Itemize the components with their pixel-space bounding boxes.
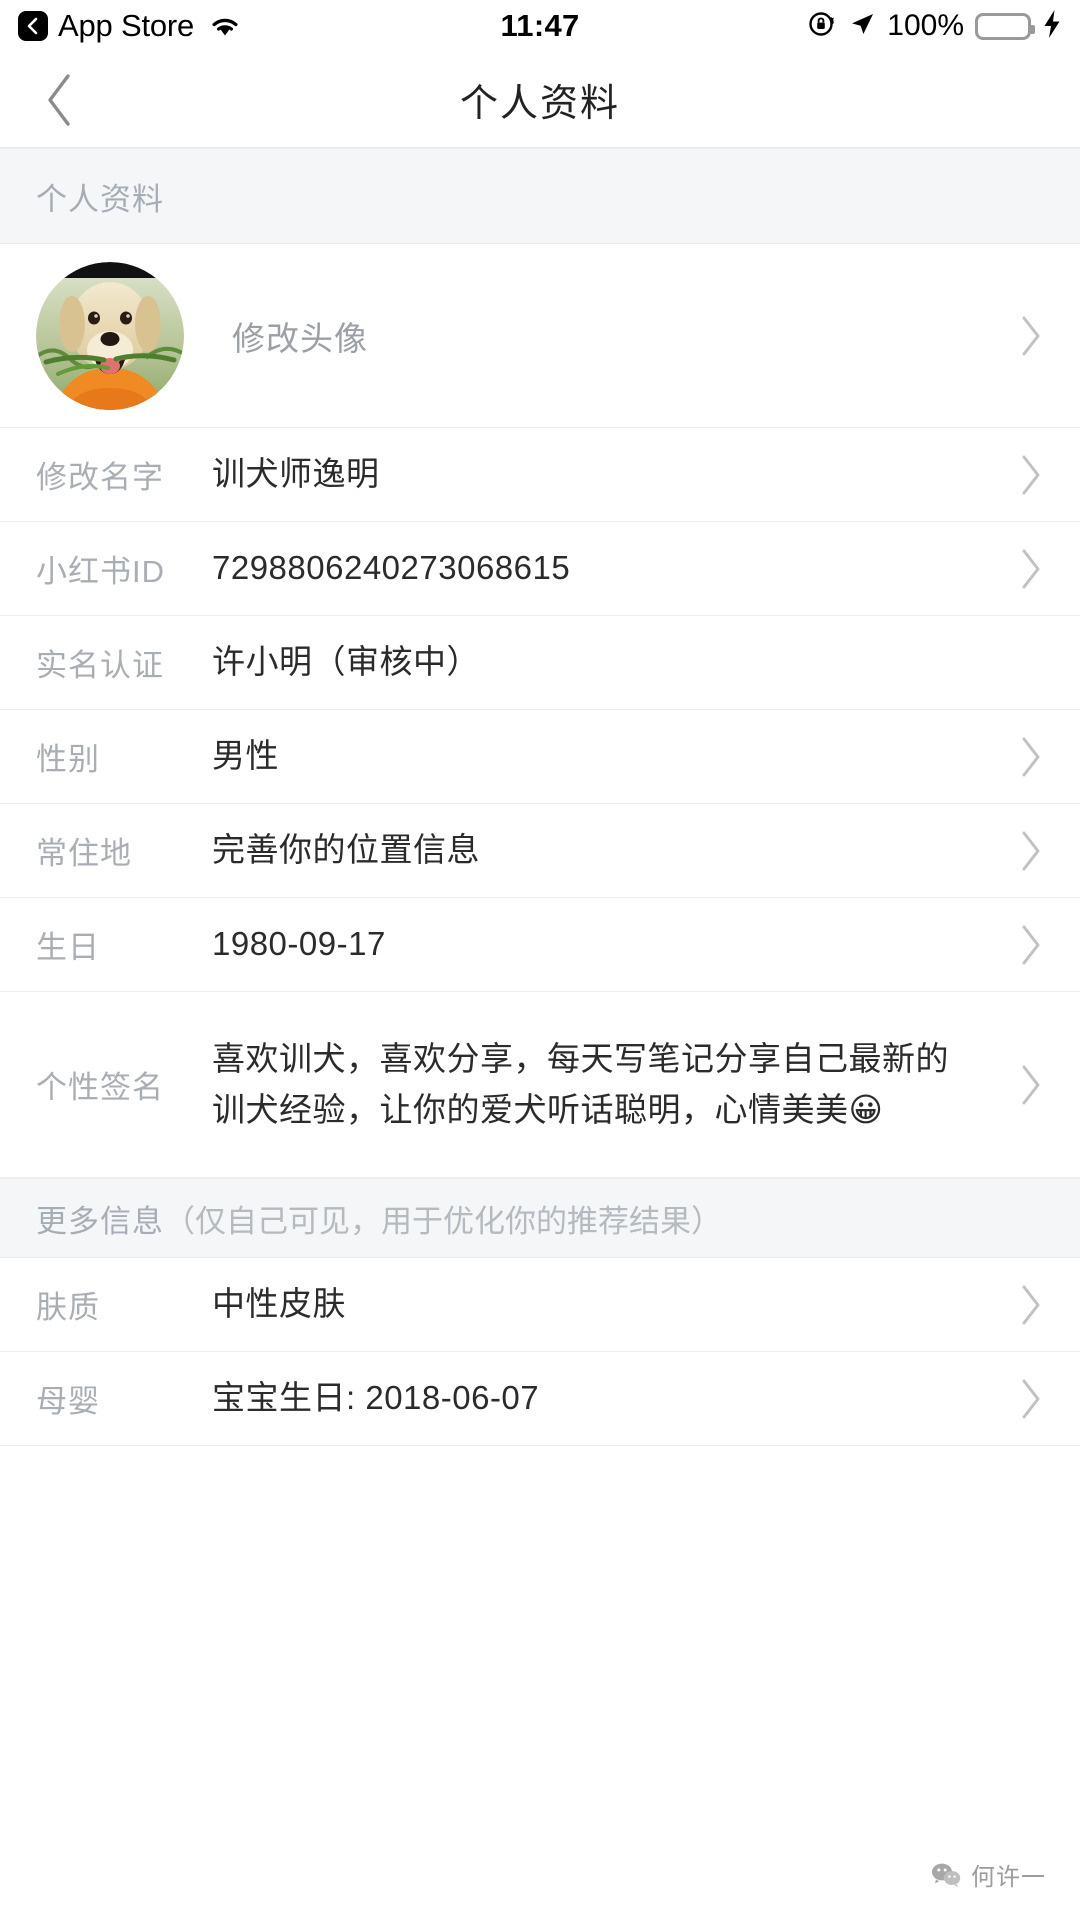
row-maternal-infant-value: 宝宝生日: 2018-06-07 [212,1379,540,1417]
row-name-value: 训犬师逸明 [212,455,380,493]
row-xhs-id[interactable]: 小红书ID 7298806240273068615 [0,522,1080,616]
chevron-right-icon [1004,314,1044,358]
chevron-left-icon [48,73,70,126]
watermark: 何许一 [931,1857,1046,1892]
chevron-right-icon [1004,453,1044,497]
chevron-left-icon [27,17,38,35]
row-skin-type[interactable]: 肤质 中性皮肤 [0,1258,1080,1352]
rotation-lock-icon [807,9,837,44]
row-xhs-id-label: 小红书ID [36,554,165,589]
chevron-right-icon [1004,735,1044,779]
section-header-note: （仅自己可见，用于优化你的推荐结果） [164,1203,722,1239]
wifi-icon [208,13,242,39]
row-real-name-verification[interactable]: 实名认证 许小明（审核中） [0,616,1080,710]
row-birthday[interactable]: 生日 1980-09-17 [0,898,1080,992]
avatar [36,261,184,410]
phone-screen: App Store 11:47 100% 个人资料 个人资料 修改头像 修改名字… [0,0,1080,1920]
row-xhs-id-value: 7298806240273068615 [212,549,571,587]
chevron-right-icon [1004,923,1044,967]
row-maternal-infant[interactable]: 母婴 宝宝生日: 2018-06-07 [0,1352,1080,1446]
row-skin-type-value: 中性皮肤 [212,1285,346,1323]
back-to-app-store-button[interactable] [18,11,48,41]
status-bar-left: App Store [18,8,242,44]
row-gender-value: 男性 [212,737,279,775]
row-location-label: 常住地 [36,836,132,871]
status-bar-app-name: App Store [58,8,195,43]
chevron-right-icon [1004,829,1044,873]
wechat-logo-icon [931,1862,961,1888]
status-bar-right: 100% [807,9,1062,44]
row-signature-value: 喜欢训犬，喜欢分享，每天写笔记分享自己最新的训犬经验，让你的爱犬听话聪明，心情美… [212,1040,949,1128]
chevron-right-icon [1004,1063,1044,1107]
row-name[interactable]: 修改名字 训犬师逸明 [0,428,1080,522]
row-gender[interactable]: 性别 男性 [0,710,1080,804]
section-header-more-info: 更多信息 （仅自己可见，用于优化你的推荐结果） [0,1178,1080,1258]
section-header-label: 个人资料 [36,181,164,217]
page-title: 个人资料 [459,83,620,125]
nav-back-button[interactable] [0,52,120,147]
status-bar: App Store 11:47 100% [0,0,1080,52]
section-header-label: 更多信息 [36,1203,164,1239]
row-location[interactable]: 常住地 完善你的位置信息 [0,804,1080,898]
row-birthday-value: 1980-09-17 [212,925,386,963]
row-real-name-verification-value: 许小明（审核中） [212,643,480,681]
chevron-right-icon [1004,1283,1044,1327]
nav-bar: 个人资料 [0,52,1080,148]
row-signature-label: 个性签名 [36,1070,164,1105]
row-name-label: 修改名字 [36,460,164,495]
location-arrow-icon [848,10,876,43]
row-location-value: 完善你的位置信息 [212,831,480,869]
row-real-name-verification-label: 实名认证 [36,648,164,683]
lightning-bolt-icon [1042,9,1062,44]
watermark-text: 何许一 [971,1864,1046,1891]
profile-list: 个人资料 修改头像 修改名字 训犬师逸明 小红书ID 7298806240273… [0,148,1080,1920]
battery-icon [975,12,1035,40]
row-avatar-label: 修改头像 [232,319,368,357]
row-birthday-label: 生日 [36,930,100,965]
battery-percentage: 100% [887,9,964,42]
chevron-right-icon [1004,1377,1044,1421]
row-skin-type-label: 肤质 [36,1290,100,1325]
row-maternal-infant-label: 母婴 [36,1384,100,1419]
row-signature[interactable]: 个性签名 喜欢训犬，喜欢分享，每天写笔记分享自己最新的训犬经验，让你的爱犬听话聪… [0,992,1080,1178]
avatar-dog-photo [36,261,184,410]
chevron-right-icon [1004,547,1044,591]
section-header-personal-info: 个人资料 [0,148,1080,244]
row-avatar[interactable]: 修改头像 [0,244,1080,428]
row-gender-label: 性别 [36,742,100,777]
